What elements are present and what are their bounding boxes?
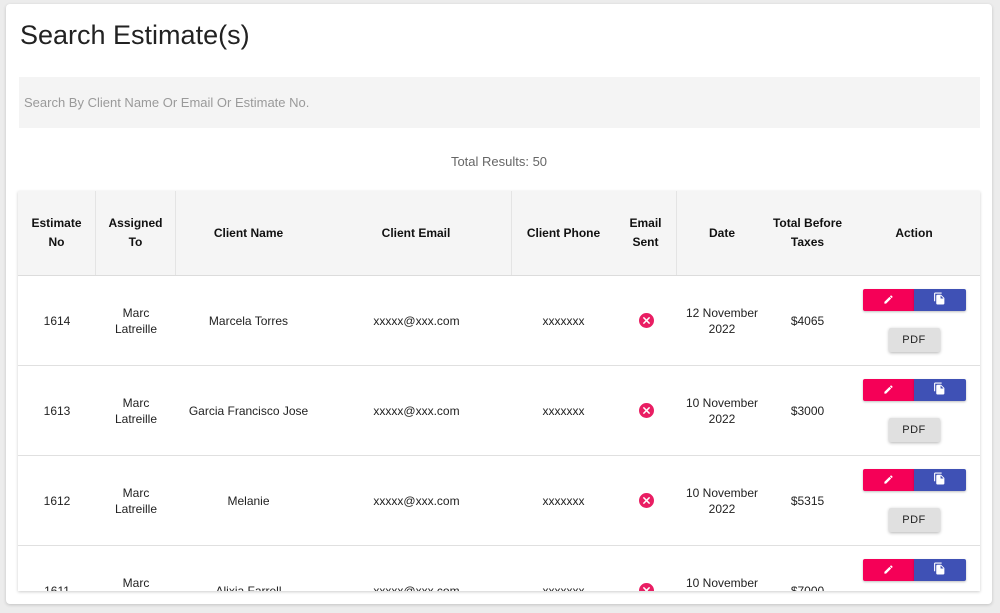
copy-icon: [933, 562, 946, 578]
cell-client-name: Alixia Farrell: [215, 583, 282, 592]
header-total-before-taxes: Total Before Taxes: [772, 216, 843, 249]
cell-action: PDF: [848, 366, 980, 455]
header-client-phone: Client Phone: [526, 225, 601, 240]
cell-email-sent: [615, 276, 677, 365]
copy-icon: [933, 472, 946, 488]
table-row: 1613 Marc Latreille Garcia Francisco Jos…: [18, 366, 980, 456]
cell-estimate-no: 1611: [44, 583, 70, 592]
cell-assigned-to: Marc Latreille: [114, 305, 158, 336]
action-button-group: [862, 379, 966, 401]
cell-email-sent: [615, 456, 677, 545]
cell-client-name: Melanie: [227, 493, 270, 508]
cell-assigned-to: Marc Latreille: [122, 575, 150, 590]
pdf-button[interactable]: PDF: [888, 328, 940, 352]
edit-button[interactable]: [862, 469, 914, 491]
cell-action: PDF: [848, 546, 980, 591]
header-estimate-no: Estimate No: [18, 191, 96, 275]
cell-client-email: xxxxx@xxx.com: [373, 403, 460, 418]
cell-estimate-no: 1612: [43, 493, 71, 508]
header-client-email: Client Email: [321, 191, 512, 275]
pdf-button[interactable]: PDF: [888, 508, 940, 532]
cell-client-name: Marcela Torres: [208, 313, 289, 328]
cell-total: $5315: [790, 493, 825, 508]
action-button-group: [862, 289, 966, 311]
header-client-name: Client Name: [213, 225, 284, 240]
header-date: Date: [708, 225, 735, 240]
copy-button[interactable]: [913, 469, 966, 491]
copy-icon: [933, 382, 946, 398]
table-row: 1612 Marc Latreille Melanie xxxxx@xxx.co…: [18, 456, 980, 546]
table-header: Estimate No Assigned To Client Name Clie…: [18, 191, 980, 276]
estimates-table: Estimate No Assigned To Client Name Clie…: [18, 191, 980, 591]
pencil-icon: [883, 383, 894, 398]
page-title: Search Estimate(s): [20, 20, 250, 50]
cell-client-phone: xxxxxxx: [542, 313, 585, 328]
edit-button[interactable]: [862, 559, 914, 581]
table-body: 1614 Marc Latreille Marcela Torres xxxxx…: [18, 276, 980, 591]
cell-client-name: Garcia Francisco Jose: [188, 403, 309, 418]
cell-action: PDF: [848, 276, 980, 365]
cell-client-email: xxxxx@xxx.com: [373, 583, 460, 592]
search-input[interactable]: [19, 77, 980, 128]
header-action: Action: [895, 225, 933, 240]
total-results: Total Results: 50: [450, 154, 548, 169]
edit-button[interactable]: [862, 379, 914, 401]
cell-client-email: xxxxx@xxx.com: [373, 313, 460, 328]
cell-estimate-no: 1613: [43, 403, 71, 418]
cell-total: $7000: [790, 583, 825, 592]
cell-client-phone: xxxxxxx: [542, 403, 585, 418]
cell-assigned-to: Marc Latreille: [114, 485, 158, 516]
cell-email-sent: [615, 366, 677, 455]
cell-client-phone: xxxxxxx: [542, 493, 585, 508]
copy-button[interactable]: [913, 379, 966, 401]
copy-button[interactable]: [913, 289, 966, 311]
cell-assigned-to: Marc Latreille: [114, 395, 158, 426]
cell-client-phone: xxxxxxx: [542, 583, 585, 592]
cell-total: $4065: [790, 313, 825, 328]
edit-button[interactable]: [862, 289, 914, 311]
copy-button[interactable]: [913, 559, 966, 581]
header-assigned-to: Assigned To: [96, 191, 176, 275]
cell-date: 10 November 2022: [685, 395, 759, 426]
cell-estimate-no: 1614: [43, 313, 71, 328]
x-circle-icon: [638, 313, 654, 328]
cell-date: 12 November 2022: [685, 305, 759, 336]
cell-action: PDF: [848, 456, 980, 545]
pdf-button[interactable]: PDF: [888, 418, 940, 442]
header-email-sent: Email Sent: [615, 191, 677, 275]
table-row: 1614 Marc Latreille Marcela Torres xxxxx…: [18, 276, 980, 366]
cell-total: $3000: [790, 403, 825, 418]
cell-date: 10 November 2022: [685, 575, 759, 590]
action-button-group: [862, 469, 966, 491]
search-box[interactable]: [19, 77, 980, 128]
x-circle-icon: [638, 493, 654, 508]
pencil-icon: [883, 563, 894, 578]
cell-client-email: xxxxx@xxx.com: [373, 493, 460, 508]
pencil-icon: [883, 473, 894, 488]
x-circle-icon: [638, 583, 654, 591]
pencil-icon: [883, 293, 894, 308]
table-row: 1611 Marc Latreille Alixia Farrell xxxxx…: [18, 546, 980, 591]
cell-email-sent: [615, 546, 677, 591]
x-circle-icon: [638, 403, 654, 418]
copy-icon: [933, 292, 946, 308]
search-estimates-card: Search Estimate(s) Total Results: 50 Est…: [6, 4, 992, 604]
cell-date: 10 November 2022: [685, 485, 759, 516]
action-button-group: [862, 559, 966, 581]
